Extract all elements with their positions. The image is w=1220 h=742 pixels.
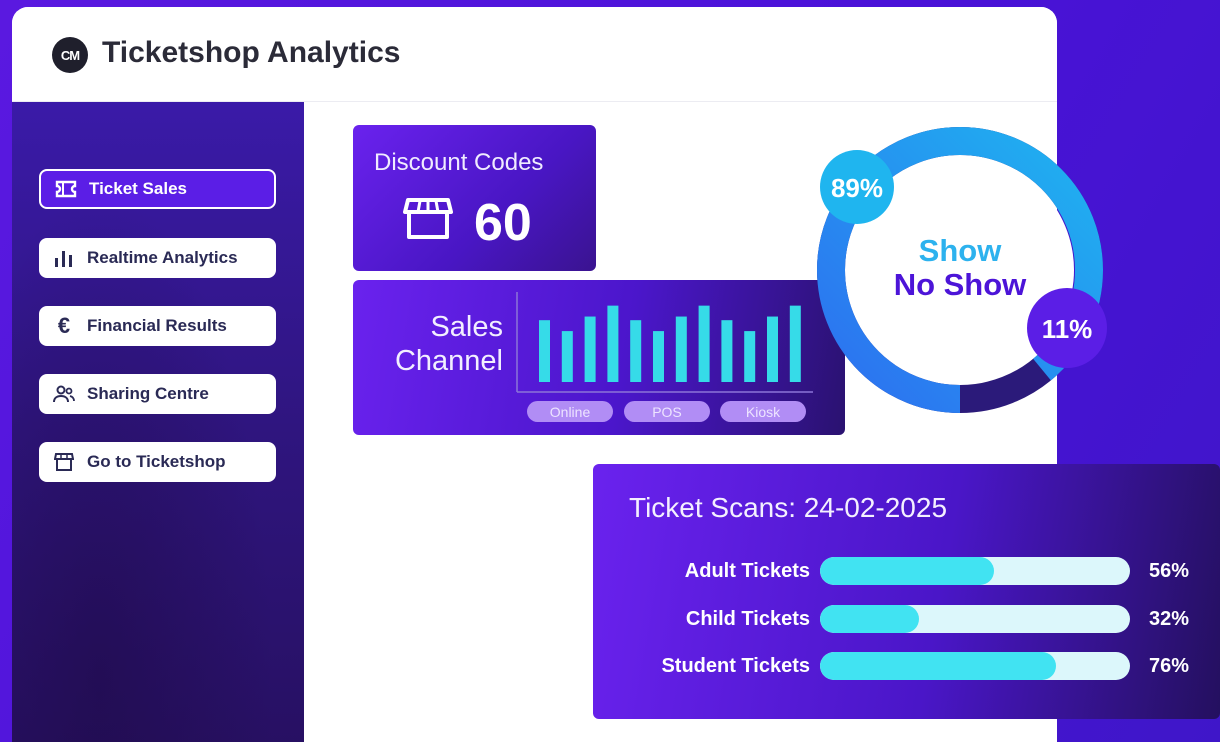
scan-track [820, 652, 1130, 680]
app-header: CM Ticketshop Analytics [12, 7, 1057, 102]
sidebar-item-go-to-ticketshop[interactable]: Go to Ticketshop [39, 442, 276, 482]
scan-label: Adult Tickets [684, 560, 810, 582]
ticket-scans-card: Ticket Scans: 24-02-2025 Adult Tickets 5… [593, 464, 1220, 719]
no-show-pct: 11% [1042, 314, 1093, 344]
ticket-icon [55, 178, 77, 200]
scan-label: Student Tickets [661, 655, 810, 677]
sidebar-item-realtime-analytics[interactable]: Realtime Analytics [39, 238, 276, 278]
discount-codes-value: 60 [474, 194, 532, 252]
sidebar: Ticket Sales Realtime Analytics € Financ… [12, 102, 304, 742]
sales-bar [539, 320, 550, 382]
discount-codes-card: Discount Codes 60 [353, 125, 596, 271]
scan-fill [820, 557, 994, 585]
scan-track [820, 557, 1130, 585]
sales-bar [721, 320, 733, 382]
legend-pos: POS [624, 401, 710, 422]
sales-bar [675, 316, 687, 382]
sales-bar [744, 331, 756, 382]
show-pct: 89% [831, 173, 883, 203]
users-icon [53, 383, 75, 405]
scan-fill [820, 605, 920, 633]
sidebar-item-label: Financial Results [87, 316, 227, 335]
sidebar-item-ticket-sales[interactable]: Ticket Sales [39, 169, 276, 209]
show-no-show-donut: Show No Show 89% 11% [817, 127, 1107, 413]
cm-logo: CM [52, 37, 88, 73]
store-icon [53, 451, 75, 473]
sales-bar [653, 331, 664, 382]
sales-bar [607, 305, 619, 382]
sidebar-item-label: Sharing Centre [87, 384, 209, 403]
sales-bar [698, 305, 710, 382]
no-show-label: No Show [894, 267, 1027, 302]
show-label: Show [919, 233, 1003, 268]
bar-chart-icon [53, 247, 75, 269]
sales-bar [561, 331, 573, 382]
scan-label: Child Tickets [685, 608, 810, 630]
sales-bar [630, 320, 642, 382]
sales-bar [789, 305, 801, 382]
store-icon [403, 197, 453, 246]
sidebar-item-label: Realtime Analytics [87, 248, 238, 267]
sales-bar [584, 316, 596, 382]
scan-pct: 32% [1149, 608, 1190, 630]
sales-channel-card: Sales Channel Online POS Kiosk [353, 280, 845, 435]
scan-track [820, 605, 1130, 633]
scan-pct: 56% [1149, 560, 1190, 582]
sidebar-item-sharing-centre[interactable]: Sharing Centre [39, 374, 276, 414]
sidebar-item-label: Ticket Sales [89, 179, 187, 198]
scan-row-child: Child Tickets 32% [593, 605, 1220, 635]
scan-row-student: Student Tickets 76% [593, 652, 1220, 682]
legend-kiosk: Kiosk [720, 401, 806, 422]
sidebar-item-financial-results[interactable]: € Financial Results [39, 306, 276, 346]
scan-pct: 76% [1149, 655, 1190, 677]
euro-icon: € [57, 313, 71, 338]
ticket-scans-title: Ticket Scans: 24-02-2025 [629, 492, 948, 523]
scan-row-adult: Adult Tickets 56% [593, 557, 1220, 587]
scan-fill [820, 652, 1056, 680]
app-title: Ticketshop Analytics [102, 36, 401, 69]
sales-bar [767, 316, 778, 382]
discount-codes-title: Discount Codes [374, 149, 544, 176]
sidebar-item-label: Go to Ticketshop [87, 452, 226, 471]
legend-online: Online [527, 401, 613, 422]
